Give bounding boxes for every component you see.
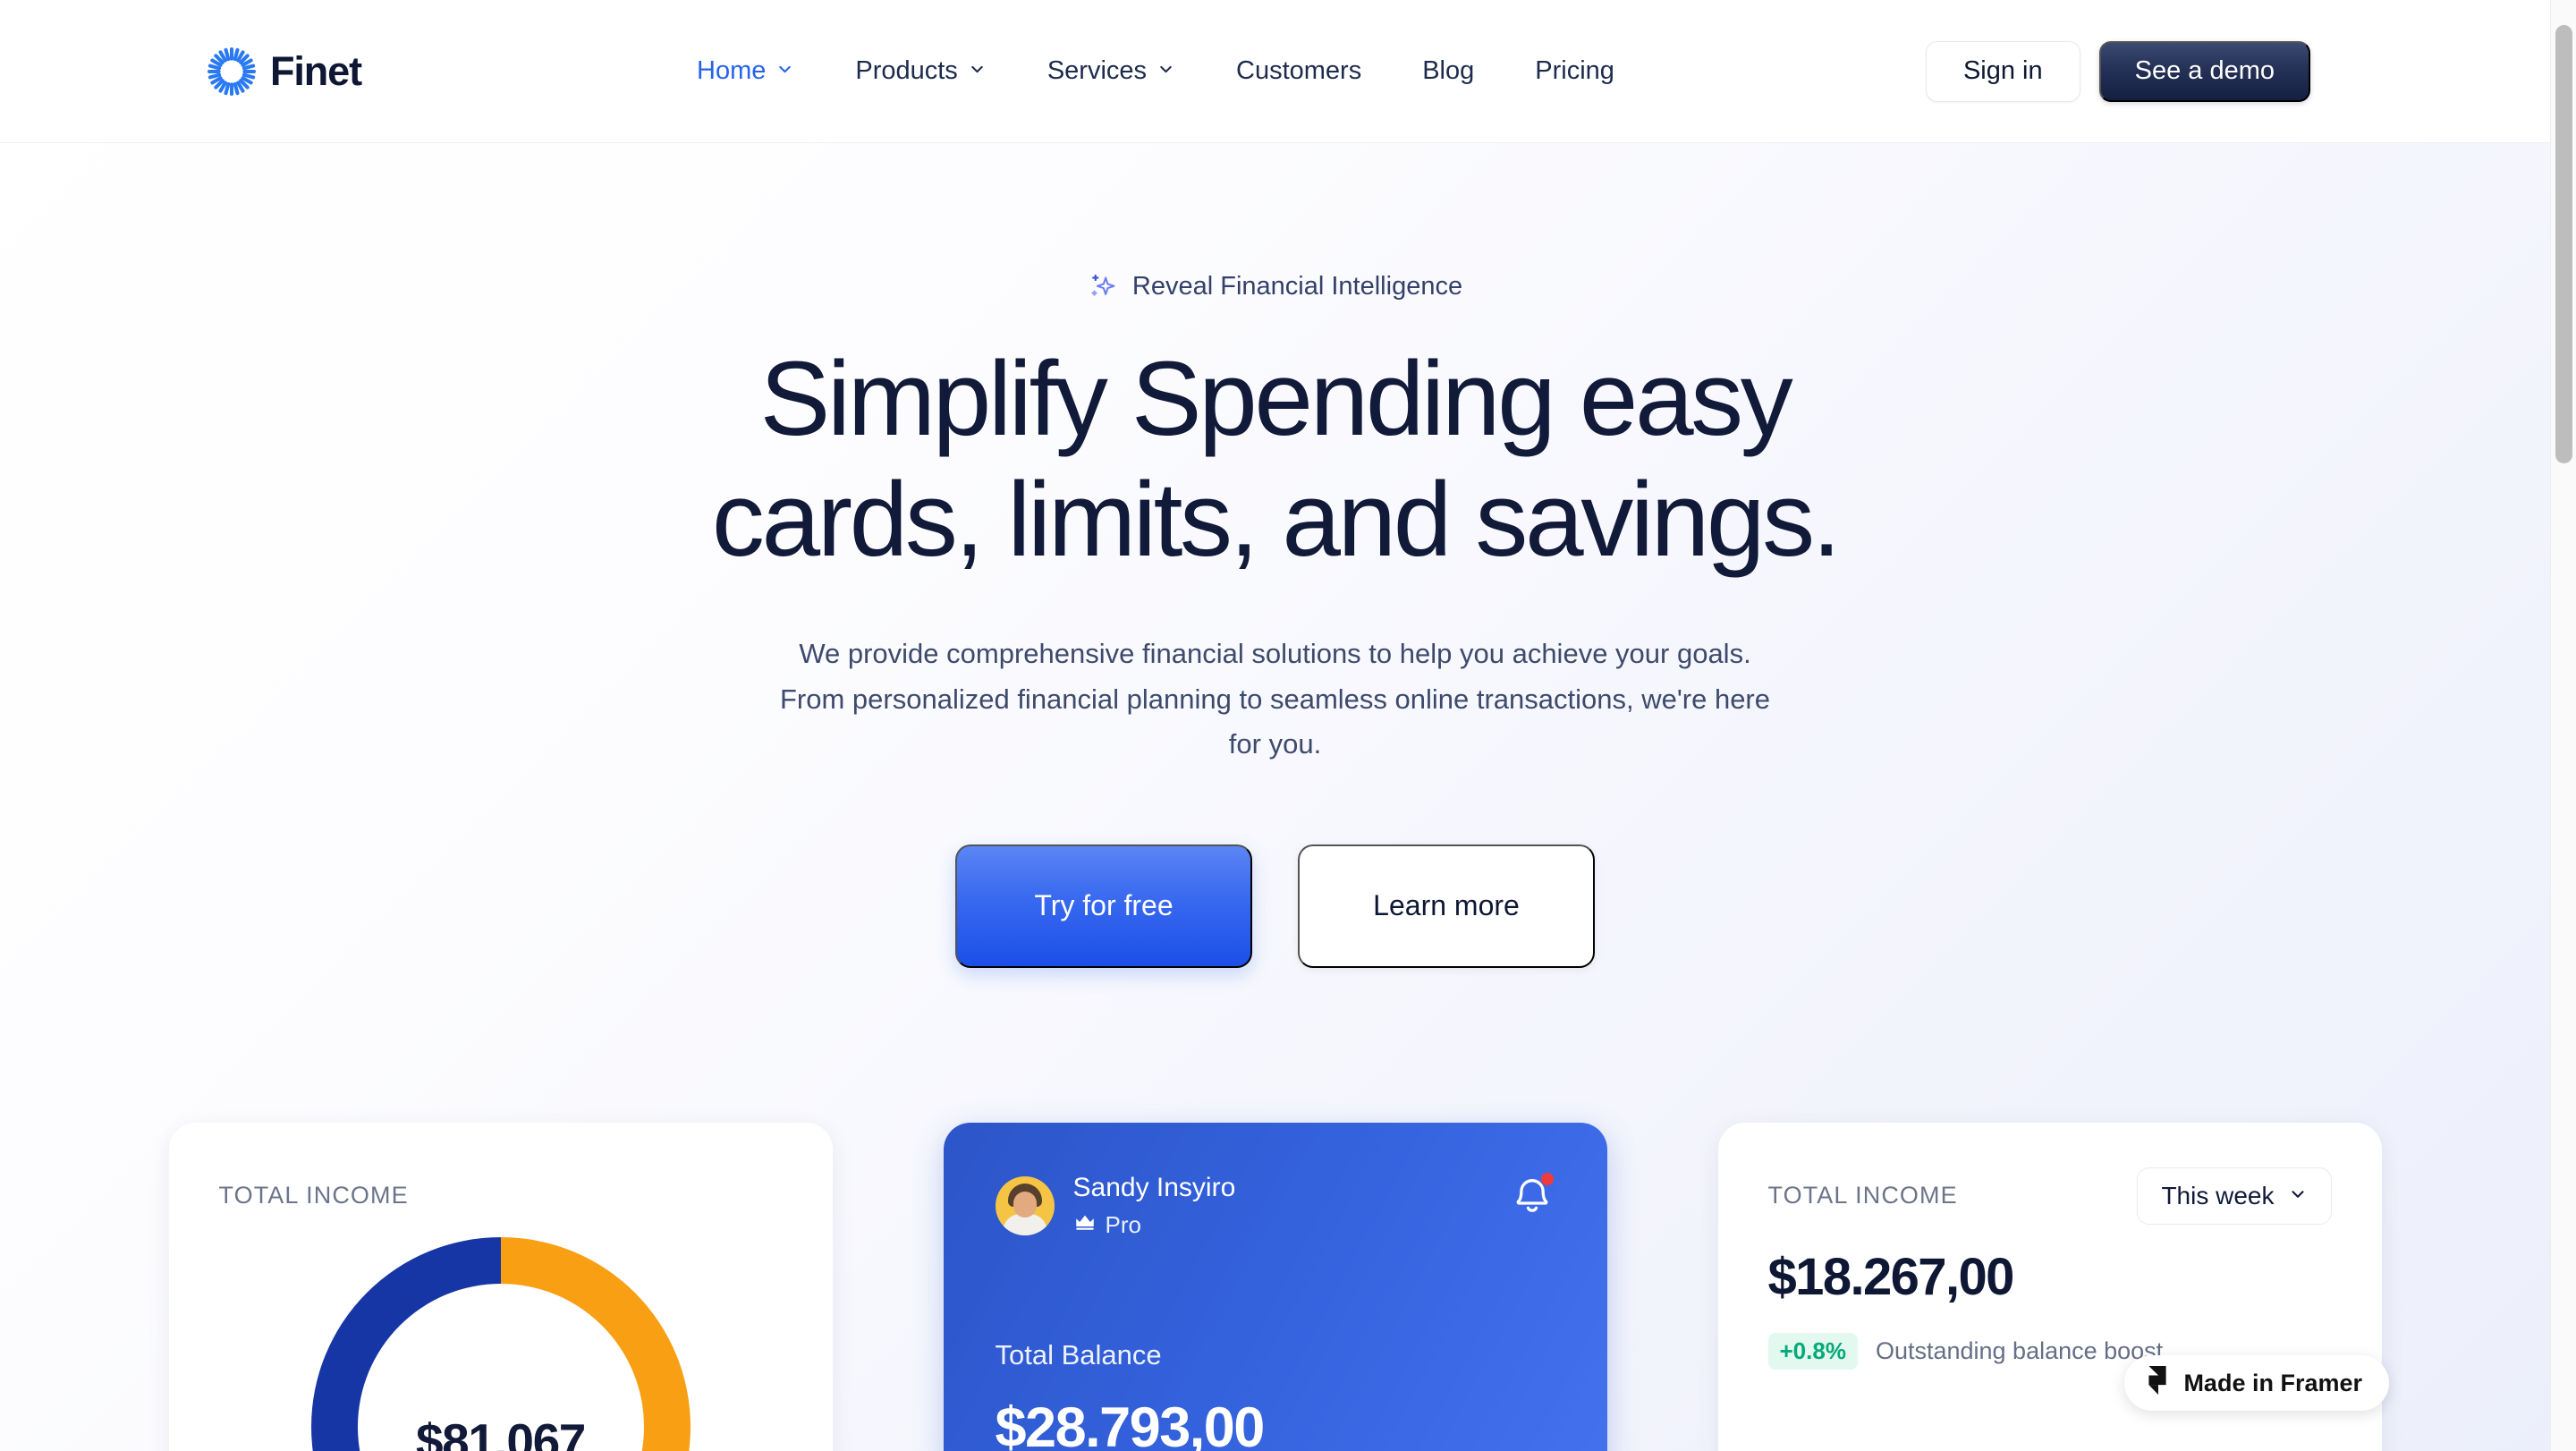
total-balance-card: Sandy Insyiro Pro Total Balance $28.793,… xyxy=(943,1123,1607,1451)
try-for-free-button[interactable]: Try for free xyxy=(955,844,1252,968)
header-actions: Sign in See a demo xyxy=(1925,40,2310,102)
nav-label-pricing: Pricing xyxy=(1535,56,1614,85)
status-badge: +0.8% xyxy=(1767,1333,1858,1370)
nav-label-customers: Customers xyxy=(1236,56,1362,85)
user-identity[interactable]: Sandy Insyiro Pro xyxy=(995,1172,1236,1240)
nav-item-services[interactable]: Services xyxy=(1017,56,1206,86)
headline-line-2: cards, limits, and savings. xyxy=(711,460,1842,579)
sparkles-icon xyxy=(1088,271,1118,301)
brand-name: Finet xyxy=(270,47,362,94)
total-balance-label: Total Balance xyxy=(995,1339,1162,1370)
learn-more-button[interactable]: Learn more xyxy=(1298,844,1595,968)
nav-label-blog: Blog xyxy=(1422,56,1475,85)
card-label-total-income: TOTAL INCOME xyxy=(1767,1182,1958,1209)
date-range-value: This week xyxy=(2161,1182,2275,1209)
avatar xyxy=(995,1176,1055,1235)
income-card-header: TOTAL INCOME This week xyxy=(1767,1167,2332,1225)
nav-item-customers[interactable]: Customers xyxy=(1206,56,1392,86)
total-income-donut-card: TOTAL INCOME $81.067 xyxy=(168,1123,833,1451)
crown-icon xyxy=(1073,1210,1097,1240)
user-plan: Pro xyxy=(1073,1210,1236,1240)
donut-chart: $81.067 xyxy=(310,1237,691,1451)
income-delta-note: Outstanding balance boost xyxy=(1875,1337,2164,1364)
see-a-demo-button[interactable]: See a demo xyxy=(2098,40,2310,102)
total-balance-amount: $28.793,00 xyxy=(995,1396,1266,1451)
nav-label-products: Products xyxy=(855,56,958,85)
total-income-amount: $18.267,00 xyxy=(1767,1248,2015,1306)
nav-label-services: Services xyxy=(1046,56,1148,85)
nav-label-home: Home xyxy=(697,56,767,85)
main-nav: Home Products Services Customers Blog Pr… xyxy=(666,56,1645,86)
date-range-select[interactable]: This week xyxy=(2137,1167,2332,1225)
headline-line-1: Simplify Spending easy xyxy=(759,340,1793,458)
brand-logo[interactable]: Finet xyxy=(208,47,362,96)
made-in-framer-badge[interactable]: Made in Framer xyxy=(2124,1355,2389,1411)
page-title: Simplify Spending easy cards, limits, an… xyxy=(0,339,2550,580)
nav-item-home[interactable]: Home xyxy=(666,56,825,86)
chevron-down-icon xyxy=(968,56,987,86)
user-name: Sandy Insyiro xyxy=(1072,1173,1236,1202)
chevron-down-icon xyxy=(2288,1182,2308,1210)
sunburst-icon xyxy=(208,47,256,96)
framer-icon xyxy=(2146,1365,2169,1401)
bell-icon[interactable] xyxy=(1509,1172,1555,1223)
hero-eyebrow: Reveal Financial Intelligence xyxy=(0,271,2550,301)
nav-item-products[interactable]: Products xyxy=(825,56,1016,86)
user-plan-label: Pro xyxy=(1105,1211,1141,1238)
balance-card-header: Sandy Insyiro Pro xyxy=(995,1172,1555,1240)
page-root: Finet Home Products Services Customers B… xyxy=(0,0,2576,1451)
donut-center-value: $81.067 xyxy=(415,1413,586,1451)
made-in-framer-label: Made in Framer xyxy=(2183,1369,2362,1396)
site-header: Finet Home Products Services Customers B… xyxy=(0,0,2550,143)
chevron-down-icon xyxy=(1157,56,1175,86)
chevron-down-icon xyxy=(775,56,794,86)
hero-subheading: We provide comprehensive financial solut… xyxy=(779,638,1770,760)
nav-item-blog[interactable]: Blog xyxy=(1392,56,1504,86)
browser-viewport: Finet Home Products Services Customers B… xyxy=(0,0,2550,1451)
sign-in-button[interactable]: Sign in xyxy=(1925,40,2080,102)
nav-item-pricing[interactable]: Pricing xyxy=(1504,56,1645,86)
scrollbar-thumb[interactable] xyxy=(2555,25,2572,463)
hero-cta-row: Try for free Learn more xyxy=(0,844,2550,968)
notification-dot xyxy=(1540,1173,1554,1185)
page-scrollbar[interactable] xyxy=(2550,0,2576,1451)
card-label-total-income: TOTAL INCOME xyxy=(218,1182,409,1209)
hero-eyebrow-text: Reveal Financial Intelligence xyxy=(1131,271,1463,301)
hero-section: Reveal Financial Intelligence Simplify S… xyxy=(0,271,2550,968)
